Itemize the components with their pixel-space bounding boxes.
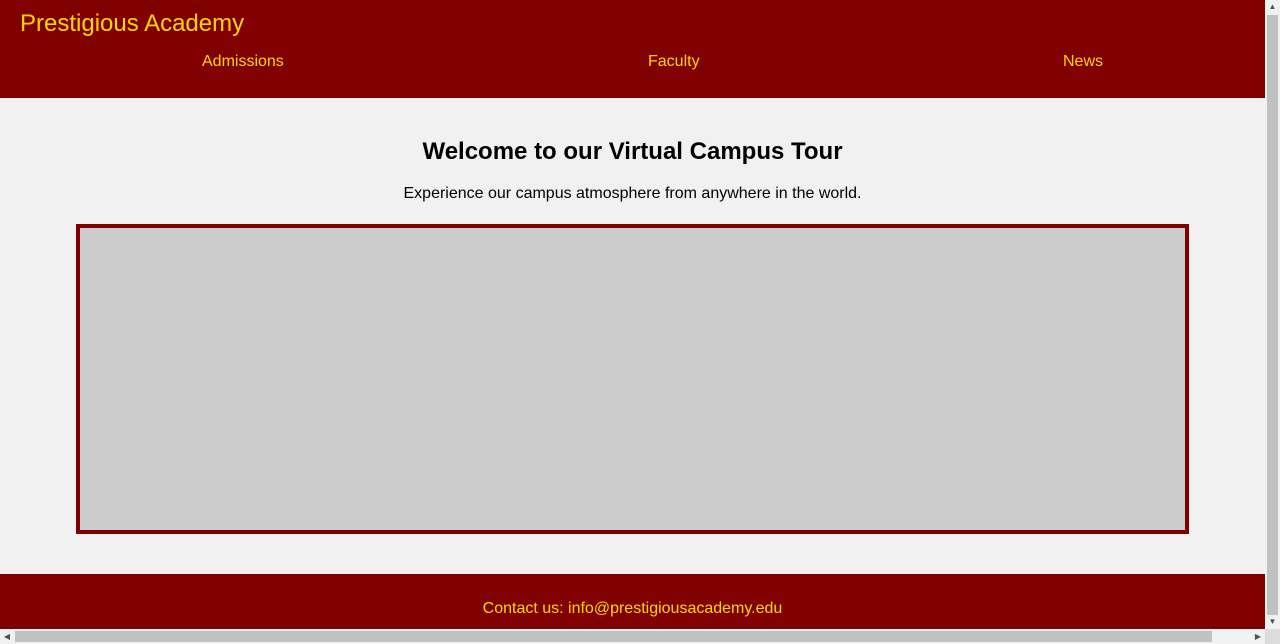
triangle-right-icon[interactable]: ▶ xyxy=(1251,629,1265,644)
horizontal-scroll-thumb[interactable] xyxy=(15,631,1212,642)
triangle-down-icon[interactable]: ▼ xyxy=(1265,615,1280,629)
vertical-scroll-thumb[interactable] xyxy=(1267,15,1278,615)
site-brand[interactable]: Prestigious Academy xyxy=(20,10,244,38)
vertical-scrollbar[interactable]: ▲ ▼ xyxy=(1265,0,1280,629)
nav-link-news[interactable]: News xyxy=(1063,52,1103,72)
nav-link-admissions[interactable]: Admissions xyxy=(202,52,284,72)
scrollbar-corner xyxy=(1265,629,1280,644)
virtual-tour-frame[interactable] xyxy=(76,224,1189,534)
page-title: Welcome to our Virtual Campus Tour xyxy=(422,138,843,165)
nav-link-faculty[interactable]: Faculty xyxy=(648,52,700,72)
page-subtitle: Experience our campus atmosphere from an… xyxy=(403,185,862,202)
triangle-left-icon[interactable]: ◀ xyxy=(0,629,14,644)
horizontal-scrollbar[interactable]: ◀ ▶ xyxy=(0,629,1265,644)
page-viewport: Prestigious Academy Admissions Faculty N… xyxy=(0,0,1265,629)
site-header: Prestigious Academy Admissions Faculty N… xyxy=(0,0,1265,98)
main-nav: Admissions Faculty News xyxy=(0,52,1265,74)
triangle-up-icon[interactable]: ▲ xyxy=(1265,0,1280,14)
site-footer: Contact us: info@prestigiousacademy.edu xyxy=(0,574,1265,629)
footer-contact: Contact us: info@prestigiousacademy.edu xyxy=(482,600,783,617)
